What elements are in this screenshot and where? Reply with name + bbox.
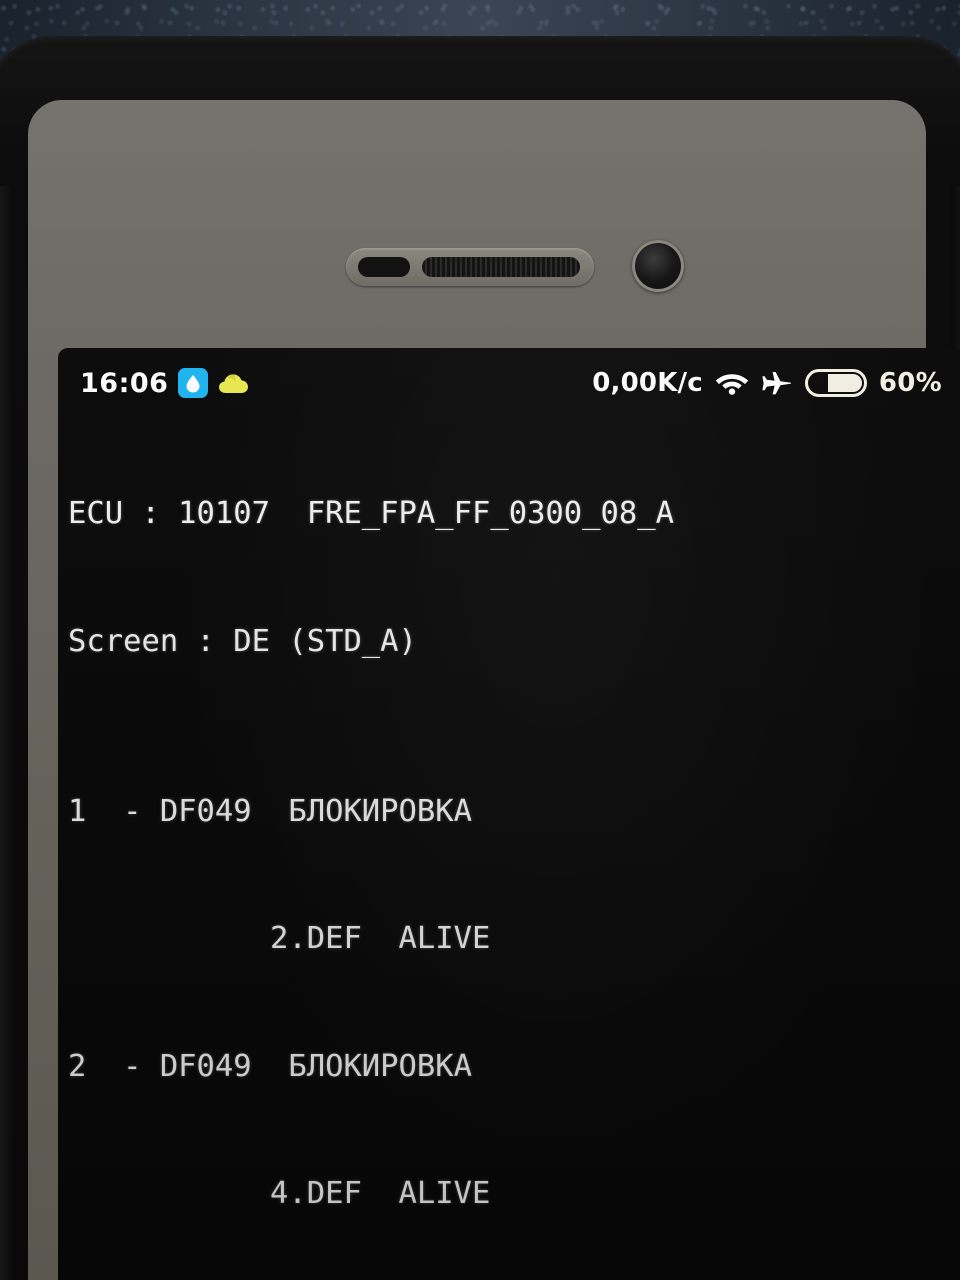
status-bar-right: 0,00K/c 60% xyxy=(592,368,942,398)
battery-percent-label: 60% xyxy=(878,368,942,398)
photograph-of-phone: 16:06 0,00K/c 60% ECU: 10107 FRE_FPA_FF… xyxy=(0,0,960,1280)
airplane-mode-icon xyxy=(761,369,793,397)
dtc-line-1[interactable]: 1 - DF049 БЛОКИРОВКА xyxy=(68,791,956,834)
terminal-line-ecu: ECU : 10107 FRE_FPA_FF_0300_08_A xyxy=(68,496,674,531)
status-clock: 16:06 xyxy=(80,367,169,399)
cloud-icon xyxy=(218,368,252,398)
terminal-output[interactable]: ECU : 10107 FRE_FPA_FF_0300_08_A Screen … xyxy=(58,408,960,1280)
dtc-detail-1: 2.DEF ALIVE xyxy=(68,921,491,956)
phone-display: 16:06 0,00K/c 60% ECU: 10107 FRE_FPA_FF… xyxy=(58,348,960,1280)
earpiece-grille xyxy=(422,257,580,277)
water-drop-icon xyxy=(178,368,209,398)
terminal-line-screen: Screen : DE (STD_A) xyxy=(68,623,417,659)
phone-front-bezel: 16:06 0,00K/c 60% ECU: 10107 FRE_FPA_FF… xyxy=(28,100,960,1280)
case-left-edge xyxy=(0,186,14,1280)
earpiece-speaker xyxy=(346,248,594,286)
status-bar: 16:06 0,00K/c 60% xyxy=(58,362,960,404)
battery-fill-level xyxy=(828,374,862,392)
status-bar-left: 16:06 xyxy=(80,368,252,399)
battery-icon xyxy=(804,369,867,397)
dtc-detail-2: 4.DEF ALIVE xyxy=(68,1176,491,1211)
earpiece-sensor-hole xyxy=(358,257,410,277)
front-camera xyxy=(632,240,684,292)
dtc-line-2[interactable]: 2 - DF049 БЛОКИРОВКА xyxy=(68,1046,956,1089)
network-speed-indicator: 0,00K/c xyxy=(592,368,703,398)
wifi-icon xyxy=(715,370,749,396)
